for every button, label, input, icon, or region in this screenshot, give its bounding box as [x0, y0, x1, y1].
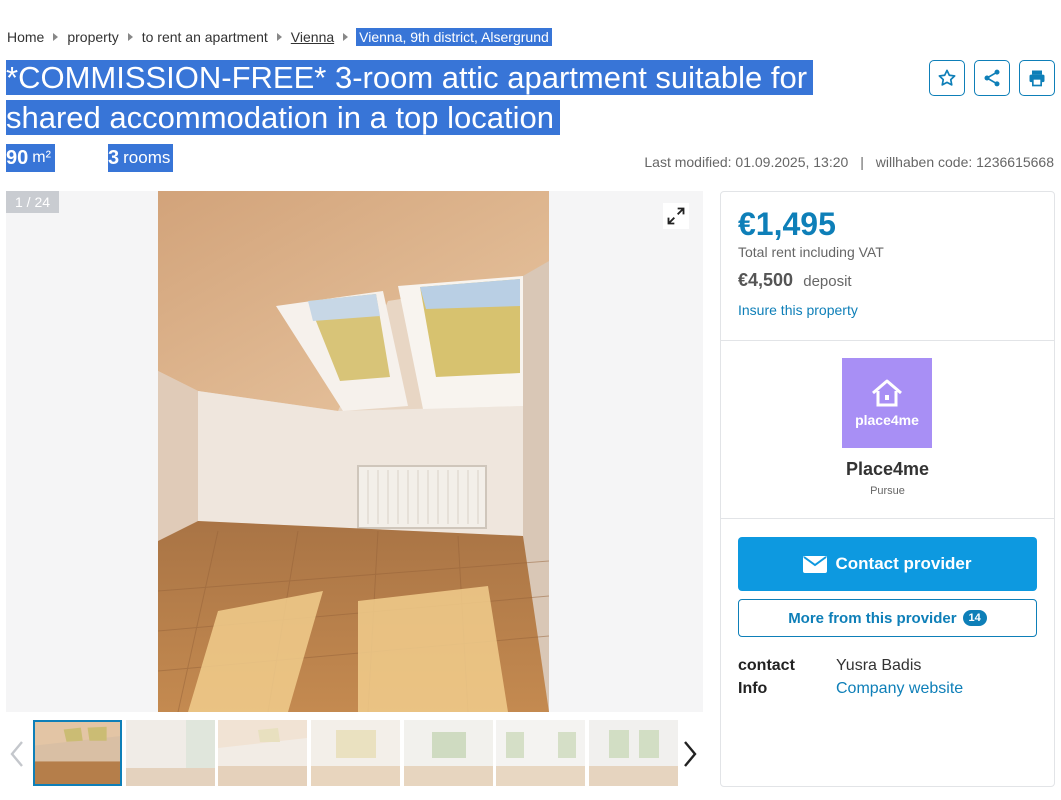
thumbnail-strip [6, 720, 703, 786]
provider-name[interactable]: Place4me [721, 459, 1054, 480]
rooms-value: 3 [108, 146, 120, 169]
listing-meta: Last modified: 01.09.2025, 13:20 | willh… [644, 154, 1054, 170]
rooms-unit: rooms [123, 148, 171, 167]
deposit: €4,500 deposit [738, 270, 852, 291]
breadcrumb-rent-apartment[interactable]: to rent an apartment [141, 29, 269, 45]
house-icon [872, 379, 902, 407]
thumbnail-2[interactable] [126, 720, 215, 786]
last-modified: Last modified: 01.09.2025, 13:20 [644, 154, 849, 170]
envelope-icon [803, 555, 828, 573]
chevron-left-icon[interactable] [8, 740, 26, 768]
meta-separator: | [860, 154, 864, 170]
thumbnail-7[interactable] [589, 720, 678, 786]
favorite-button[interactable] [929, 60, 965, 96]
key-facts: 90 m² 3 rooms [6, 144, 173, 172]
info-row: Info Company website [738, 680, 963, 698]
print-icon [1029, 70, 1045, 87]
rooms-fact: 3 rooms [108, 144, 173, 172]
breadcrumb-separator-icon [53, 33, 59, 41]
area-fact: 90 m² [6, 144, 55, 172]
main-photo[interactable] [158, 191, 549, 712]
thumbnail-1[interactable] [33, 720, 122, 786]
fullscreen-button[interactable] [663, 203, 689, 229]
image-counter: 1 / 24 [6, 191, 60, 213]
breadcrumb-property[interactable]: property [66, 29, 119, 45]
company-website-link[interactable]: Company website [836, 680, 963, 698]
more-from-provider-label: More from this provider [788, 609, 957, 627]
thumbnail-3[interactable] [218, 720, 307, 786]
contact-provider-button[interactable]: Contact provider [738, 537, 1037, 591]
chevron-right-icon[interactable] [681, 740, 699, 768]
provider-subtitle: Pursue [870, 485, 905, 497]
deposit-value: €4,500 [738, 270, 794, 290]
contact-provider-label: Contact provider [835, 554, 972, 573]
listing-title-text: *COMMISSION-FREE* 3-room attic apartment… [6, 60, 814, 135]
price-contact-panel: €1,495 Total rent including VAT €4,500 d… [720, 191, 1055, 787]
thumbnail-6[interactable] [496, 720, 585, 786]
willhaben-code: willhaben code: 1236615668 [875, 154, 1054, 170]
deposit-label: deposit [803, 273, 852, 290]
insure-link[interactable]: Insure this property [738, 302, 858, 318]
divider [721, 518, 1054, 519]
listing-actions [929, 60, 1055, 96]
image-gallery[interactable]: 1 / 24 [6, 191, 703, 712]
area-value: 90 [6, 146, 29, 169]
contact-key: contact [738, 657, 795, 674]
breadcrumb: Home property to rent an apartment Vienn… [6, 28, 552, 46]
expand-icon [667, 207, 685, 225]
more-from-provider-button[interactable]: More from this provider 14 [738, 599, 1037, 637]
contact-value: Yusra Badis [836, 657, 922, 674]
breadcrumb-home[interactable]: Home [6, 29, 45, 45]
price: €1,495 [738, 206, 836, 242]
breadcrumb-separator-icon [276, 33, 282, 41]
info-key: Info [738, 680, 768, 697]
divider [721, 340, 1054, 341]
breadcrumb-separator-icon [127, 33, 133, 41]
print-button[interactable] [1019, 60, 1055, 96]
listing-count-badge: 14 [962, 610, 987, 626]
rent-label: Total rent including VAT [738, 244, 884, 260]
star-icon [938, 69, 956, 86]
share-button[interactable] [974, 60, 1010, 96]
provider-logo-text: place4me [855, 412, 919, 428]
thumbnail-4[interactable] [311, 720, 400, 786]
provider-logo[interactable]: place4me [842, 358, 932, 448]
area-unit: m² [32, 149, 51, 166]
breadcrumb-vienna[interactable]: Vienna [290, 29, 335, 45]
contact-row: contact Yusra Badis [738, 657, 921, 675]
thumbnail-5[interactable] [404, 720, 493, 786]
share-icon [984, 69, 1000, 87]
breadcrumb-district: Vienna, 9th district, Alsergrund [356, 28, 552, 46]
breadcrumb-separator-icon [343, 33, 349, 41]
listing-title: *COMMISSION-FREE* 3-room attic apartment… [6, 58, 866, 138]
